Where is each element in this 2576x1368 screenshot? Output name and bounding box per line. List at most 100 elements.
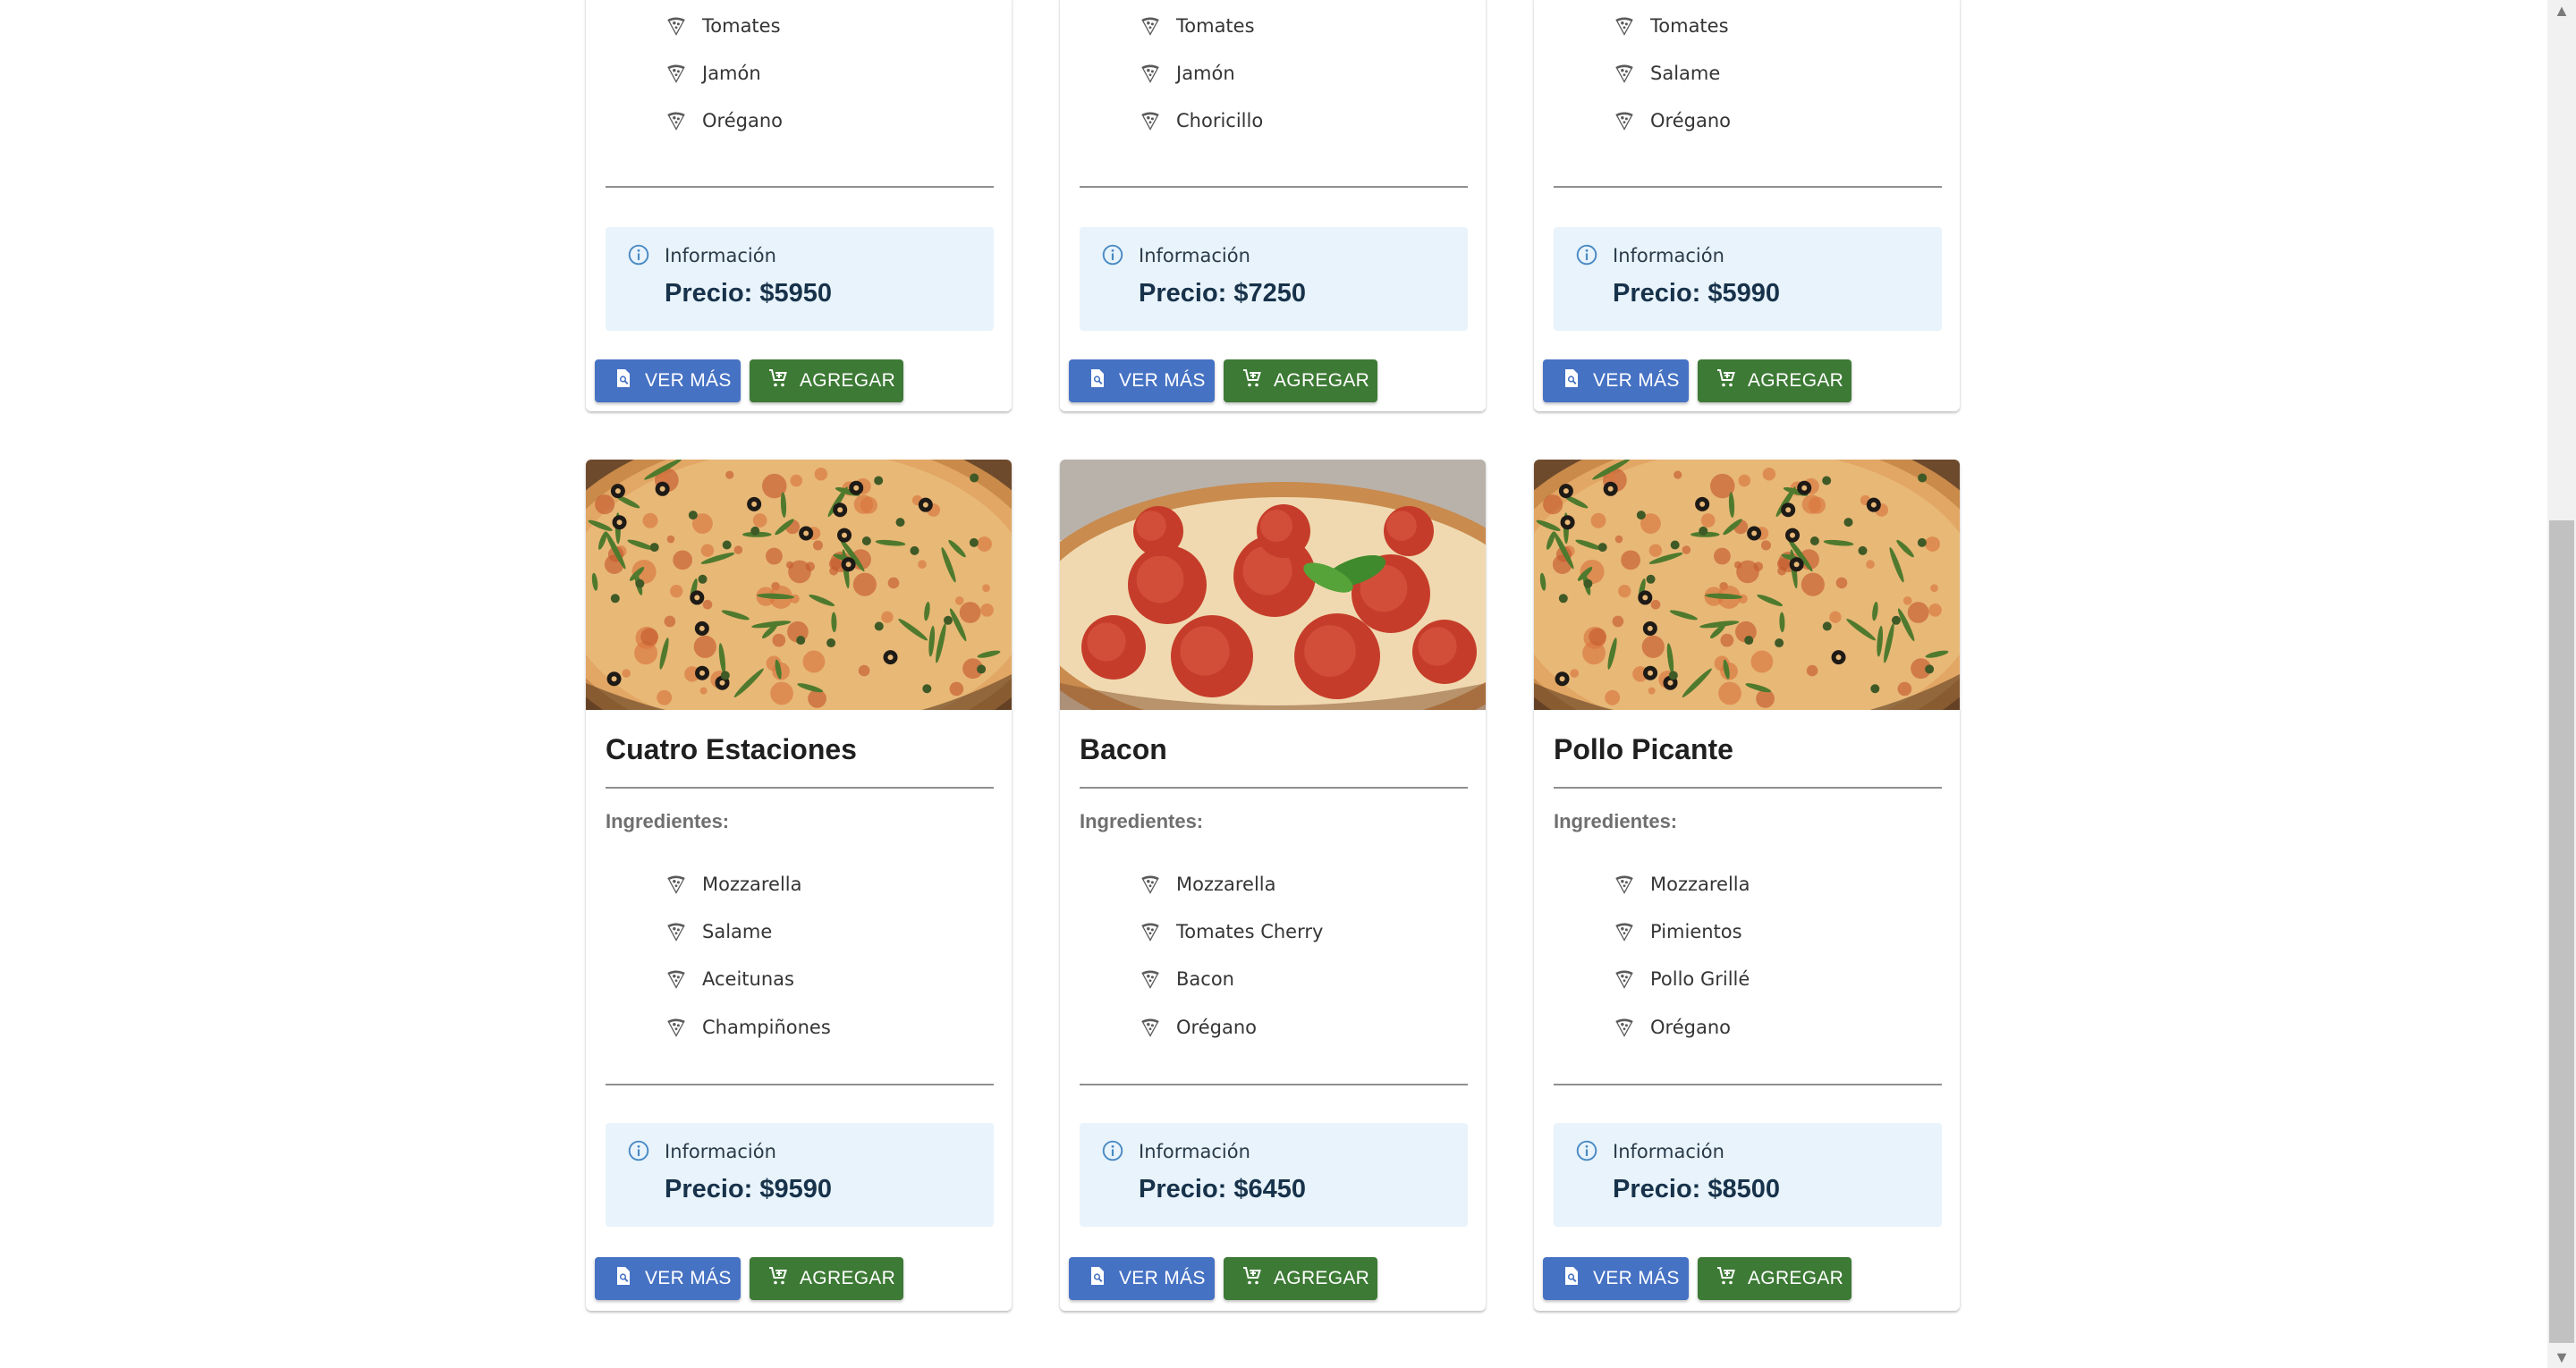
search-document-icon (613, 367, 645, 394)
search-document-icon (1561, 367, 1593, 394)
ingredient-list: Mozzarella Tomates Cherry Bacon Orégano (1139, 860, 1323, 1051)
pizza-slice-icon (665, 920, 688, 943)
ingredient-label: Tomates Cherry (1176, 920, 1324, 942)
scrollbar-thumb[interactable] (2549, 520, 2574, 1343)
ingredient-item: Choricillo (1139, 97, 1263, 145)
ingredient-label: Mozzarella (702, 873, 802, 895)
divider (1080, 186, 1468, 188)
info-box: Información Precio: $5990 (1554, 227, 1942, 331)
divider (606, 1084, 994, 1085)
pizza-slice-icon (1139, 967, 1162, 991)
ingredient-label: Orégano (702, 110, 783, 132)
divider (606, 787, 994, 789)
ingredient-label: Pollo Grillé (1650, 968, 1750, 991)
ingredient-label: Salame (702, 920, 773, 942)
see-more-button[interactable]: VER MÁS (1543, 1257, 1689, 1300)
ingredient-item: Tomates (1613, 2, 1731, 49)
pizza-photo[interactable] (1060, 460, 1486, 710)
ingredients-heading: Ingredientes: (1080, 810, 1204, 832)
add-to-cart-button[interactable]: AGREGAR (750, 359, 903, 402)
ingredient-item: Orégano (1613, 1003, 1750, 1051)
see-more-button[interactable]: VER MÁS (1069, 1257, 1215, 1300)
pizza-olives-arugula-image (586, 460, 1012, 710)
ingredient-item: Mozzarella (665, 860, 831, 908)
pizza-slice-icon (665, 1016, 688, 1039)
pizza-slice-icon (665, 873, 688, 896)
see-more-button[interactable]: VER MÁS (595, 1257, 741, 1300)
page-scrollbar[interactable]: ▲ ▼ (2547, 0, 2576, 1368)
ingredient-label: Mozzarella (1650, 873, 1750, 895)
add-to-cart-button[interactable]: AGREGAR (750, 1257, 903, 1300)
ingredient-item: Salame (1613, 49, 1731, 97)
divider (1080, 1084, 1468, 1085)
see-more-label: VER MÁS (645, 1268, 732, 1288)
add-cart-icon (1716, 367, 1748, 394)
ingredient-item: Orégano (1613, 97, 1731, 145)
add-to-cart-label: AGREGAR (800, 1268, 896, 1288)
ingredient-item: Orégano (1139, 1003, 1323, 1051)
pizza-slice-icon (1139, 14, 1162, 38)
see-more-button[interactable]: VER MÁS (1069, 359, 1215, 402)
add-to-cart-button[interactable]: AGREGAR (1698, 1257, 1852, 1300)
search-document-icon (613, 1265, 645, 1292)
price-label: Precio: $7250 (1139, 279, 1307, 308)
pizza-card: Tomates Jamón Orégano Información Precio… (586, 0, 1012, 411)
pizza-card: Pollo Picante Ingredientes: Mozzarella P… (1534, 460, 1960, 1311)
ingredient-label: Jamón (1176, 62, 1235, 84)
ingredient-item: Orégano (665, 97, 783, 145)
pizza-slice-icon (1139, 1016, 1162, 1039)
ingredient-label: Orégano (1650, 1016, 1731, 1038)
add-to-cart-button[interactable]: AGREGAR (1224, 1257, 1377, 1300)
ingredient-list: Tomates Salame Orégano (1613, 2, 1731, 145)
divider (1554, 1084, 1942, 1085)
pizza-name: Bacon (1080, 733, 1167, 765)
pizza-slice-icon (1139, 109, 1162, 132)
ingredient-label: Choricillo (1176, 110, 1264, 132)
ingredient-list: Mozzarella Pimientos Pollo Grillé Orégan… (1613, 860, 1750, 1051)
see-more-label: VER MÁS (1119, 1268, 1206, 1288)
pizza-card: Tomates Salame Orégano Información Preci… (1534, 0, 1960, 411)
see-more-label: VER MÁS (1119, 370, 1206, 391)
price-label: Precio: $8500 (1613, 1175, 1781, 1203)
see-more-label: VER MÁS (1593, 1268, 1680, 1288)
ingredient-item: Jamón (1139, 49, 1263, 97)
add-to-cart-button[interactable]: AGREGAR (1698, 359, 1852, 402)
ingredient-item: Tomates (665, 2, 783, 49)
info-icon (627, 1139, 650, 1162)
see-more-button[interactable]: VER MÁS (1543, 359, 1689, 402)
info-box: Información Precio: $5950 (606, 227, 994, 331)
search-document-icon (1561, 1265, 1593, 1292)
scroll-up-arrow-icon[interactable]: ▲ (2547, 0, 2576, 21)
pizza-slice-icon (665, 109, 688, 132)
see-more-button[interactable]: VER MÁS (595, 359, 741, 402)
info-box: Información Precio: $8500 (1554, 1123, 1942, 1227)
pizza-slice-icon (1613, 920, 1636, 943)
ingredient-item: Salame (665, 908, 831, 955)
divider (1554, 787, 1942, 789)
pizza-slice-icon (1613, 967, 1636, 991)
pizza-photo[interactable] (1534, 460, 1960, 710)
pizza-name: Pollo Picante (1554, 733, 1733, 765)
info-label: Información (1613, 1141, 1724, 1162)
ingredient-label: Tomates (1176, 14, 1255, 37)
add-cart-icon (1716, 1265, 1748, 1292)
price-label: Precio: $6450 (1139, 1175, 1307, 1203)
info-icon (1575, 1139, 1598, 1162)
add-to-cart-label: AGREGAR (1274, 1268, 1370, 1288)
ingredient-item: Tomates Cherry (1139, 908, 1323, 955)
scroll-down-arrow-icon[interactable]: ▼ (2547, 1347, 2576, 1368)
pizza-slice-icon (1613, 14, 1636, 38)
add-to-cart-label: AGREGAR (1274, 370, 1370, 391)
ingredient-list: Tomates Jamón Orégano (665, 2, 783, 145)
add-to-cart-button[interactable]: AGREGAR (1224, 359, 1377, 402)
pizza-slice-icon (665, 62, 688, 85)
pizza-card: Tomates Jamón Choricillo Información Pre… (1060, 0, 1486, 411)
pizza-card: Cuatro Estaciones Ingredientes: Mozzarel… (586, 460, 1012, 1311)
ingredient-label: Bacon (1176, 968, 1234, 991)
pizza-photo[interactable] (586, 460, 1012, 710)
add-cart-icon (767, 367, 800, 394)
ingredient-item: Mozzarella (1613, 860, 1750, 908)
info-label: Información (665, 1141, 776, 1162)
price-label: Precio: $5950 (665, 279, 833, 308)
pizza-slice-icon (1139, 62, 1162, 85)
